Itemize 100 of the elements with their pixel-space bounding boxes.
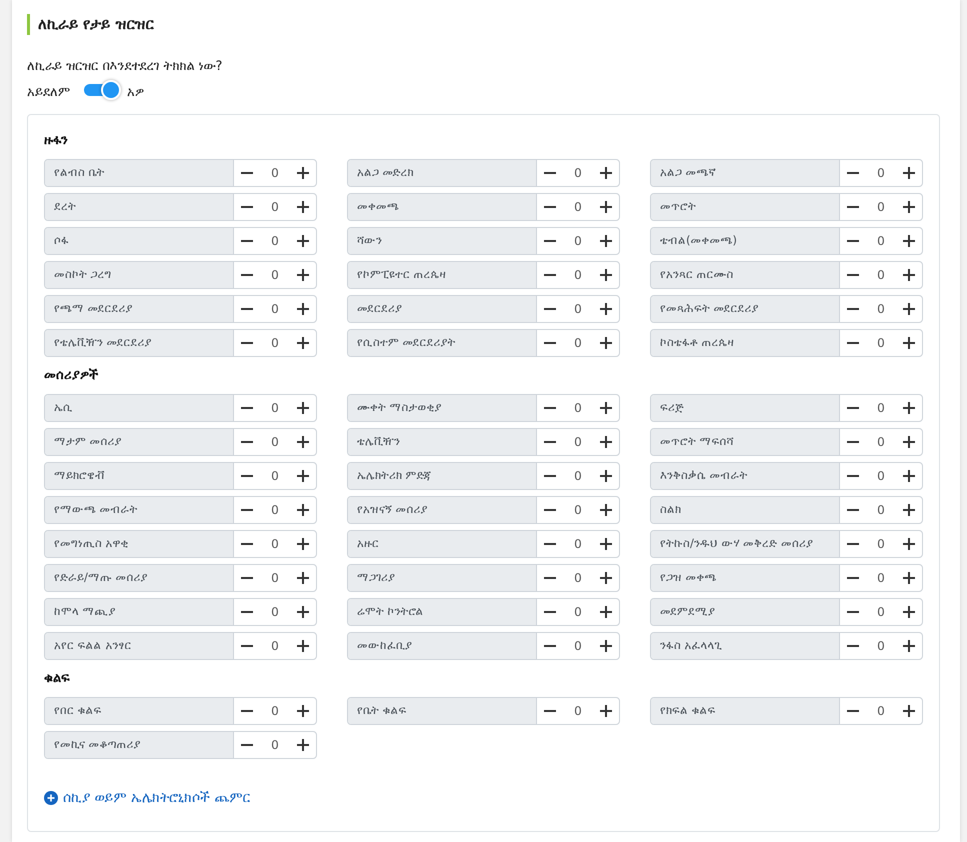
minus-icon	[544, 475, 556, 477]
minus-icon	[847, 407, 859, 409]
plus-icon	[600, 235, 612, 247]
item-label: ፍሪጅ	[651, 395, 840, 421]
plus-icon	[903, 402, 915, 414]
minus-icon	[544, 543, 556, 545]
plus-icon	[600, 504, 612, 516]
minus-icon	[544, 172, 556, 174]
minus-icon	[241, 509, 253, 511]
minus-icon	[241, 577, 253, 579]
minus-icon	[847, 441, 859, 443]
plus-icon	[297, 303, 309, 315]
minus-icon	[544, 274, 556, 276]
plus-icon	[297, 504, 309, 516]
minus-icon	[544, 342, 556, 344]
plus-icon	[903, 504, 915, 516]
minus-icon	[241, 308, 253, 310]
no-label: አይደለም	[27, 84, 70, 102]
item-label: የመጻሕፍት መደርደሪያ	[651, 296, 840, 322]
plus-icon	[297, 269, 309, 281]
plus-icon	[297, 337, 309, 349]
plus-icon	[600, 606, 612, 618]
item-label: ሶፋ	[45, 228, 234, 254]
minus-icon	[241, 441, 253, 443]
item-label: ንፋስ አፈላላጊ	[651, 633, 840, 659]
item-label: የበር ቁልፍ	[45, 698, 234, 724]
item-label: የቴሌቪዥን መደርደሪያ	[45, 330, 234, 356]
minus-icon	[241, 240, 253, 242]
item-label: የማውጫ መብራት	[45, 497, 234, 523]
item-label: ከሞላ ማጪያ	[45, 599, 234, 625]
plus-icon	[600, 640, 612, 652]
minus-icon	[241, 744, 253, 746]
item-label: መጥሮት ማፍሰሻ	[651, 429, 840, 455]
minus-icon	[544, 577, 556, 579]
plus-icon	[903, 705, 915, 717]
minus-icon	[847, 308, 859, 310]
item-label: የኮምፒዩተር ጠረጴዛ	[348, 262, 537, 288]
yes-label: አዎ	[127, 84, 144, 102]
plus-icon	[903, 303, 915, 315]
item-label: ሙቀት ማስታወቂያ	[348, 395, 537, 421]
add-item-link[interactable]: ሰኪያ ወይም ኤሌክትሮኒክሶች ጨምር	[44, 788, 250, 808]
minus-icon	[544, 206, 556, 208]
plus-icon	[903, 436, 915, 448]
minus-icon	[847, 475, 859, 477]
minus-icon	[847, 342, 859, 344]
minus-icon	[847, 710, 859, 712]
plus-icon	[297, 470, 309, 482]
item-label: እንቅስቃሴ መብራት	[651, 463, 840, 489]
minus-icon	[544, 509, 556, 511]
minus-icon	[544, 308, 556, 310]
minus-icon	[544, 240, 556, 242]
item-label: አየር ፍልል አንፃር	[45, 633, 234, 659]
plus-icon	[600, 269, 612, 281]
section-title: ቁልፍ	[44, 670, 70, 688]
section-title: መሰሪያዎች	[44, 367, 98, 386]
plus-icon	[903, 235, 915, 247]
plus-circle-icon	[44, 791, 58, 805]
section-title: ዙፋን	[44, 132, 68, 150]
minus-icon	[241, 710, 253, 712]
plus-icon	[903, 572, 915, 584]
item-label: መውከፈቢያ	[348, 633, 537, 659]
minus-icon	[847, 240, 859, 242]
plus-icon	[600, 337, 612, 349]
item-label: መደምደሚያ	[651, 599, 840, 625]
item-label: ኤሲ	[45, 395, 234, 421]
minus-icon	[544, 645, 556, 647]
page-title: ለኪራይ የታይ ዝርዝር	[27, 14, 960, 35]
item-label: የትኩስ/ንዱህ ውሃ መቅረድ መሰሪያ	[651, 531, 840, 557]
minus-icon	[241, 543, 253, 545]
minus-icon	[544, 710, 556, 712]
minus-icon	[241, 206, 253, 208]
item-label: ሻውን	[348, 228, 537, 254]
minus-icon	[847, 274, 859, 276]
plus-icon	[903, 269, 915, 281]
minus-icon	[847, 611, 859, 613]
minus-icon	[847, 645, 859, 647]
item-label: ቴሌቪዥን	[348, 429, 537, 455]
plus-icon	[600, 538, 612, 550]
plus-icon	[297, 201, 309, 213]
minus-icon	[241, 172, 253, 174]
item-label: አልጋ መጫኛ	[651, 160, 840, 186]
item-label: ሬሞት ኮንትሮል	[348, 599, 537, 625]
plus-icon	[297, 572, 309, 584]
plus-icon	[600, 167, 612, 179]
plus-icon	[600, 303, 612, 315]
item-label: ቴብል(መቀመጫ)	[651, 228, 840, 254]
plus-icon	[903, 470, 915, 482]
item-label: ስልክ	[651, 497, 840, 523]
toggle-switch[interactable]	[83, 80, 121, 100]
minus-icon	[241, 407, 253, 409]
minus-icon	[847, 172, 859, 174]
plus-icon	[903, 606, 915, 618]
item-label: የድራይ/ማጡ መሰሪያ	[45, 565, 234, 591]
plus-icon	[903, 538, 915, 550]
plus-icon	[297, 235, 309, 247]
plus-icon	[297, 705, 309, 717]
item-label: የአዝናኝ መሰሪያ	[348, 497, 537, 523]
item-label: የአንጻር ጠርሙስ	[651, 262, 840, 288]
minus-icon	[241, 274, 253, 276]
minus-icon	[241, 342, 253, 344]
